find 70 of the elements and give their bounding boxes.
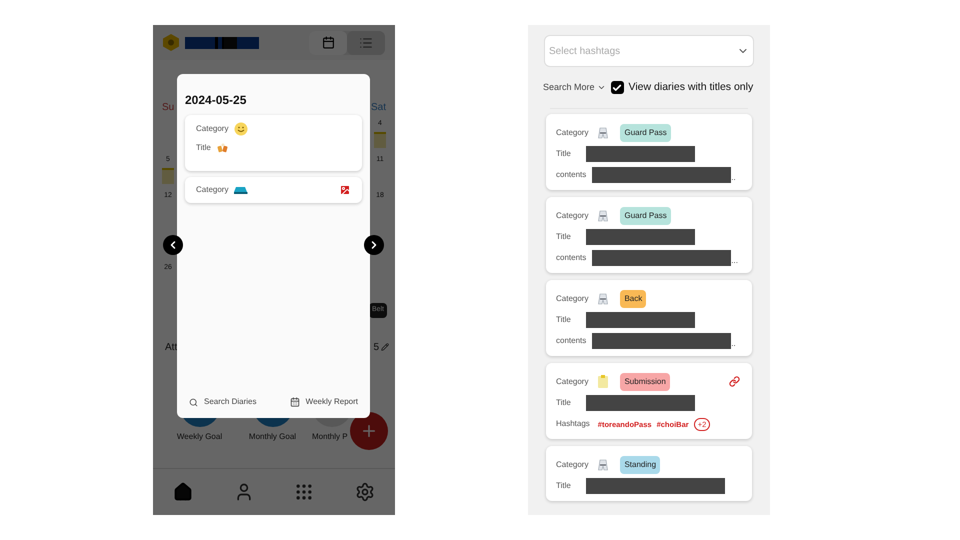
field-label: Title xyxy=(556,148,571,160)
attendance-label: Att xyxy=(165,340,178,354)
titles-only-checkbox[interactable] xyxy=(610,81,624,94)
search-more-button[interactable]: Search More xyxy=(543,81,606,95)
modal-footer-button[interactable]: Weekly Report xyxy=(290,396,358,408)
search-icon xyxy=(189,398,198,406)
field-label: Category xyxy=(196,123,228,135)
attendance-value: 5 xyxy=(373,340,379,354)
diary-entry-card[interactable]: Category Title xyxy=(185,115,362,171)
category-tag: Standing xyxy=(620,456,660,474)
smiley-icon xyxy=(234,122,248,136)
category-tag: Guard Pass xyxy=(620,124,671,142)
logo-icon xyxy=(163,34,179,51)
field-label: contents xyxy=(556,169,586,182)
field-label: Title xyxy=(556,314,571,326)
event-block xyxy=(162,168,174,184)
add-button[interactable] xyxy=(350,412,388,450)
field-label: Category xyxy=(556,376,588,388)
diary-entry-card[interactable]: Category xyxy=(185,177,362,203)
select-placeholder: Select hashtags xyxy=(549,44,620,58)
calendar-icon xyxy=(290,397,300,407)
goal-label: Monthly P xyxy=(312,430,348,442)
list-icon xyxy=(359,36,373,50)
field-label: Title xyxy=(556,231,571,244)
field-label: Title xyxy=(556,397,571,410)
field-label: Category xyxy=(556,458,588,471)
ellipsis: .. xyxy=(731,172,736,184)
diary-card[interactable]: Category Standing Title xyxy=(546,446,752,501)
field-label: Title xyxy=(556,480,571,492)
diary-card[interactable]: Category Guard Pass Title contents .. xyxy=(546,114,752,190)
modal-footer-button[interactable]: Search Diaries xyxy=(189,396,256,408)
goal-label: Monthly Goal xyxy=(248,430,296,442)
modal-date: 2024-05-25 xyxy=(185,92,248,109)
check-icon xyxy=(612,82,622,93)
note-icon xyxy=(598,375,608,388)
mugs-icon xyxy=(216,142,229,154)
image-icon xyxy=(339,184,351,196)
weekday-label: Su xyxy=(162,101,174,115)
field-label: Category xyxy=(556,126,588,139)
event-block xyxy=(374,132,386,148)
next-button[interactable] xyxy=(364,235,384,255)
previous-button[interactable] xyxy=(163,235,183,255)
field-label: Category xyxy=(556,292,588,305)
field-label: Hashtags xyxy=(556,418,590,430)
field-label: Category xyxy=(196,184,228,196)
calendar-icon xyxy=(322,36,334,49)
category-tag: Submission xyxy=(620,372,670,391)
shoe-icon xyxy=(234,186,248,194)
edit-icon[interactable] xyxy=(381,343,389,351)
checkbox-label: View diaries with titles only xyxy=(628,80,754,95)
goal-label: Weekly Goal xyxy=(176,430,222,442)
diary-card[interactable]: Category Back Title contents .. xyxy=(546,280,752,356)
ellipsis: .. xyxy=(731,338,736,350)
category-tag: Guard Pass xyxy=(620,206,671,225)
uniform-icon xyxy=(598,458,608,471)
view-toggle-button[interactable] xyxy=(347,30,385,54)
plus-icon xyxy=(360,422,378,440)
weekday-label: Sat xyxy=(370,101,386,115)
link-icon[interactable] xyxy=(729,376,740,388)
field-label: Title xyxy=(196,142,211,154)
field-label: contents xyxy=(556,252,586,264)
diary-card[interactable]: Category Guard Pass Title contents ... xyxy=(546,196,752,273)
ellipsis: ... xyxy=(731,254,738,267)
uniform-icon xyxy=(598,210,608,222)
uniform-icon xyxy=(598,126,608,139)
uniform-icon xyxy=(598,292,608,305)
field-label: contents xyxy=(556,335,586,348)
category-tag: Back xyxy=(620,290,646,308)
field-label: Category xyxy=(556,210,588,222)
view-toggle-button[interactable] xyxy=(309,30,347,54)
